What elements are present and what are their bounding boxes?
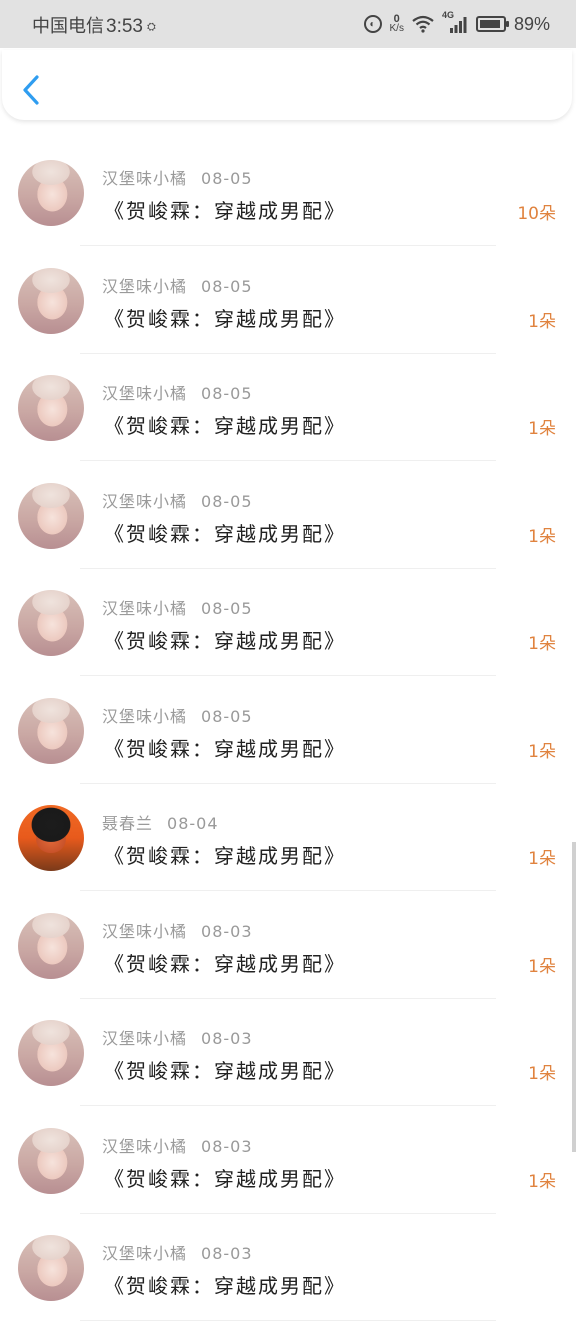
book-title: 《贺峻霖：穿越成男配》: [104, 844, 346, 868]
gift-amount: 1朵: [528, 1064, 556, 1084]
battery-icon: [475, 16, 509, 32]
sender-info: 汉堡味小橘 08-05: [102, 595, 253, 619]
list-item[interactable]: 汉堡味小橘 08-03 《贺峻霖：穿越成男配》 1朵: [0, 1107, 576, 1214]
book-title: 《贺峻霖：穿越成男配》: [104, 629, 346, 653]
send-date: 08-05: [201, 706, 253, 726]
sender-name: 汉堡味小橘: [102, 169, 188, 188]
chevron-left-icon[interactable]: [20, 74, 44, 106]
sender-name: 汉堡味小橘: [102, 599, 188, 618]
sender-info: 聂春兰 08-04: [102, 810, 219, 834]
avatar[interactable]: [18, 375, 84, 441]
gift-amount: 1朵: [528, 634, 556, 654]
list-item[interactable]: 汉堡味小橘 08-05 《贺峻霖：穿越成男配》 1朵: [0, 462, 576, 569]
signal-icon: [449, 17, 467, 33]
list-item[interactable]: 聂春兰 08-04 《贺峻霖：穿越成男配》 1朵: [0, 784, 576, 891]
list-item[interactable]: 汉堡味小橘 08-03 《贺峻霖：穿越成男配》 1朵: [0, 999, 576, 1106]
send-date: 08-03: [201, 1136, 253, 1156]
book-title: 《贺峻霖：穿越成男配》: [104, 199, 346, 223]
sender-info: 汉堡味小橘 08-03: [102, 918, 253, 942]
avatar[interactable]: [18, 805, 84, 871]
avatar[interactable]: [18, 1020, 84, 1086]
sender-info: 汉堡味小橘 08-05: [102, 273, 253, 297]
send-date: 08-03: [201, 1244, 253, 1263]
send-date: 08-03: [201, 1029, 253, 1048]
sender-name: 汉堡味小橘: [102, 1029, 188, 1048]
book-title: 《贺峻霖：穿越成男配》: [104, 1059, 346, 1083]
book-title: 《贺峻霖：穿越成男配》: [104, 414, 346, 438]
book-title: 《贺峻霖：穿越成男配》: [104, 1274, 346, 1298]
sender-name: 汉堡味小橘: [102, 706, 188, 726]
list-item[interactable]: 汉堡味小橘 08-05 《贺峻霖：穿越成男配》 1朵: [0, 354, 576, 461]
status-bar: 中国电信 3:53 ⛭ ◐ 0 K/s 4G 89%: [0, 0, 576, 48]
battery-fill: [479, 20, 500, 28]
book-title: 《贺峻霖：穿越成男配》: [104, 951, 346, 976]
book-title: 《贺峻霖：穿越成男配》: [104, 1166, 346, 1191]
cell-signal: 4G: [442, 10, 468, 34]
sender-info: 汉堡味小橘 08-05: [102, 380, 253, 404]
book-title: 《贺峻霖：穿越成男配》: [104, 306, 346, 331]
book-title: 《贺峻霖：穿越成男配》: [104, 521, 346, 546]
sender-name: 汉堡味小橘: [102, 921, 188, 941]
send-date: 08-04: [167, 814, 219, 833]
status-right: ◐ 0 K/s 4G 89%: [363, 10, 550, 36]
avatar[interactable]: [18, 590, 84, 656]
sender-name: 汉堡味小橘: [102, 1136, 188, 1156]
list-item[interactable]: 汉堡味小橘 08-05 《贺峻霖：穿越成男配》 1朵: [0, 677, 576, 784]
list-item[interactable]: 汉堡味小橘 08-03 《贺峻霖：穿越成男配》 1朵: [0, 892, 576, 999]
header-bar: [2, 50, 572, 120]
send-date: 08-05: [201, 491, 253, 511]
list-item[interactable]: 汉堡味小橘 08-03 《贺峻霖：穿越成男配》: [0, 1214, 576, 1321]
send-date: 08-05: [201, 384, 253, 403]
sender-info: 汉堡味小橘 08-05: [102, 488, 253, 512]
sender-name: 汉堡味小橘: [102, 491, 188, 511]
avatar[interactable]: [18, 482, 84, 549]
sender-info: 汉堡味小橘 08-03: [102, 1025, 253, 1049]
gift-amount: 1朵: [528, 849, 556, 869]
sender-name: 聂春兰: [102, 814, 154, 833]
sender-info: 汉堡味小橘 08-03: [102, 1133, 253, 1157]
network-speed: 0 K/s: [390, 14, 404, 34]
sender-name: 汉堡味小橘: [102, 384, 188, 403]
send-date: 08-03: [201, 921, 253, 941]
sender-info: 汉堡味小橘 08-05: [102, 703, 253, 727]
list-item[interactable]: 汉堡味小橘 08-05 《贺峻霖：穿越成男配》 10朵: [0, 139, 576, 246]
gift-amount: 1朵: [528, 741, 556, 762]
network-speed-unit: K/s: [389, 23, 404, 34]
sender-info: 汉堡味小橘 08-03: [102, 1240, 253, 1264]
list-item[interactable]: 汉堡味小橘 08-05 《贺峻霖：穿越成男配》 1朵: [0, 247, 576, 354]
sender-name: 汉堡味小橘: [102, 276, 188, 296]
wifi-icon: [412, 15, 434, 33]
avatar[interactable]: [18, 1235, 84, 1301]
gift-amount: 10朵: [517, 204, 556, 224]
battery-percent: 89%: [513, 13, 550, 34]
gift-amount: 1朵: [528, 956, 556, 977]
sender-name: 汉堡味小橘: [102, 1244, 188, 1263]
avatar[interactable]: [18, 912, 84, 979]
scrollbar[interactable]: [572, 842, 576, 1152]
send-date: 08-05: [201, 276, 253, 296]
status-left: 中国电信 3:53 ⛭: [32, 12, 156, 38]
hd-call-icon: ◐: [363, 15, 382, 33]
gift-amount: 1朵: [528, 311, 556, 332]
avatar[interactable]: [18, 1127, 84, 1194]
notification-icon: ⛭: [146, 20, 156, 33]
send-date: 08-05: [201, 169, 253, 188]
gift-amount: 1朵: [528, 1171, 556, 1192]
list-item[interactable]: 汉堡味小橘 08-05 《贺峻霖：穿越成男配》 1朵: [0, 569, 576, 676]
book-title: 《贺峻霖：穿越成男配》: [104, 736, 346, 761]
avatar[interactable]: [18, 267, 84, 334]
avatar[interactable]: [18, 160, 84, 226]
gift-amount: 1朵: [528, 526, 556, 547]
sender-info: 汉堡味小橘 08-05: [102, 165, 253, 189]
gift-amount: 1朵: [528, 419, 556, 439]
clock: 3:53: [106, 16, 143, 37]
send-date: 08-05: [201, 599, 253, 618]
avatar[interactable]: [18, 697, 84, 764]
carrier-label: 中国电信: [32, 16, 104, 36]
